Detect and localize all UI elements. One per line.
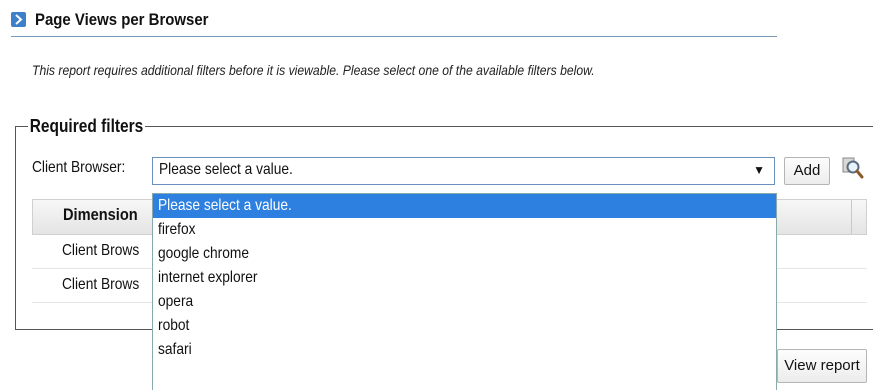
view-report-button[interactable]: View report bbox=[777, 349, 867, 383]
client-browser-select[interactable]: Please select a value. ▼ bbox=[152, 157, 775, 185]
page-header: Page Views per Browser bbox=[11, 8, 777, 37]
filter-notice: This report requires additional filters … bbox=[32, 62, 595, 78]
dropdown-option[interactable]: internet explorer bbox=[153, 266, 776, 290]
magnifier-icon[interactable] bbox=[840, 155, 866, 181]
dropdown-option[interactable]: Please select a value. bbox=[153, 194, 776, 218]
dropdown-option[interactable]: firefox bbox=[153, 218, 776, 242]
column-divider bbox=[851, 200, 852, 234]
dropdown-option[interactable]: opera bbox=[153, 290, 776, 314]
dropdown-option[interactable]: safari bbox=[153, 338, 776, 362]
page-title: Page Views per Browser bbox=[35, 10, 209, 29]
column-header-dimension[interactable]: Dimension bbox=[63, 205, 138, 225]
select-current-value: Please select a value. bbox=[159, 161, 293, 178]
dropdown-option[interactable]: google chrome bbox=[153, 242, 776, 266]
dimension-cell: Client Brows bbox=[62, 276, 140, 293]
chevron-down-icon[interactable]: ▼ bbox=[753, 163, 765, 177]
arrow-right-icon bbox=[11, 12, 26, 27]
add-button[interactable]: Add bbox=[784, 157, 830, 185]
required-filters-legend: Required filters bbox=[28, 115, 145, 137]
dropdown-option[interactable]: robot bbox=[153, 314, 776, 338]
dimension-cell: Client Brows bbox=[62, 242, 140, 259]
client-browser-dropdown-list: Please select a value. firefox google ch… bbox=[152, 193, 777, 390]
client-browser-label: Client Browser: bbox=[32, 159, 126, 176]
